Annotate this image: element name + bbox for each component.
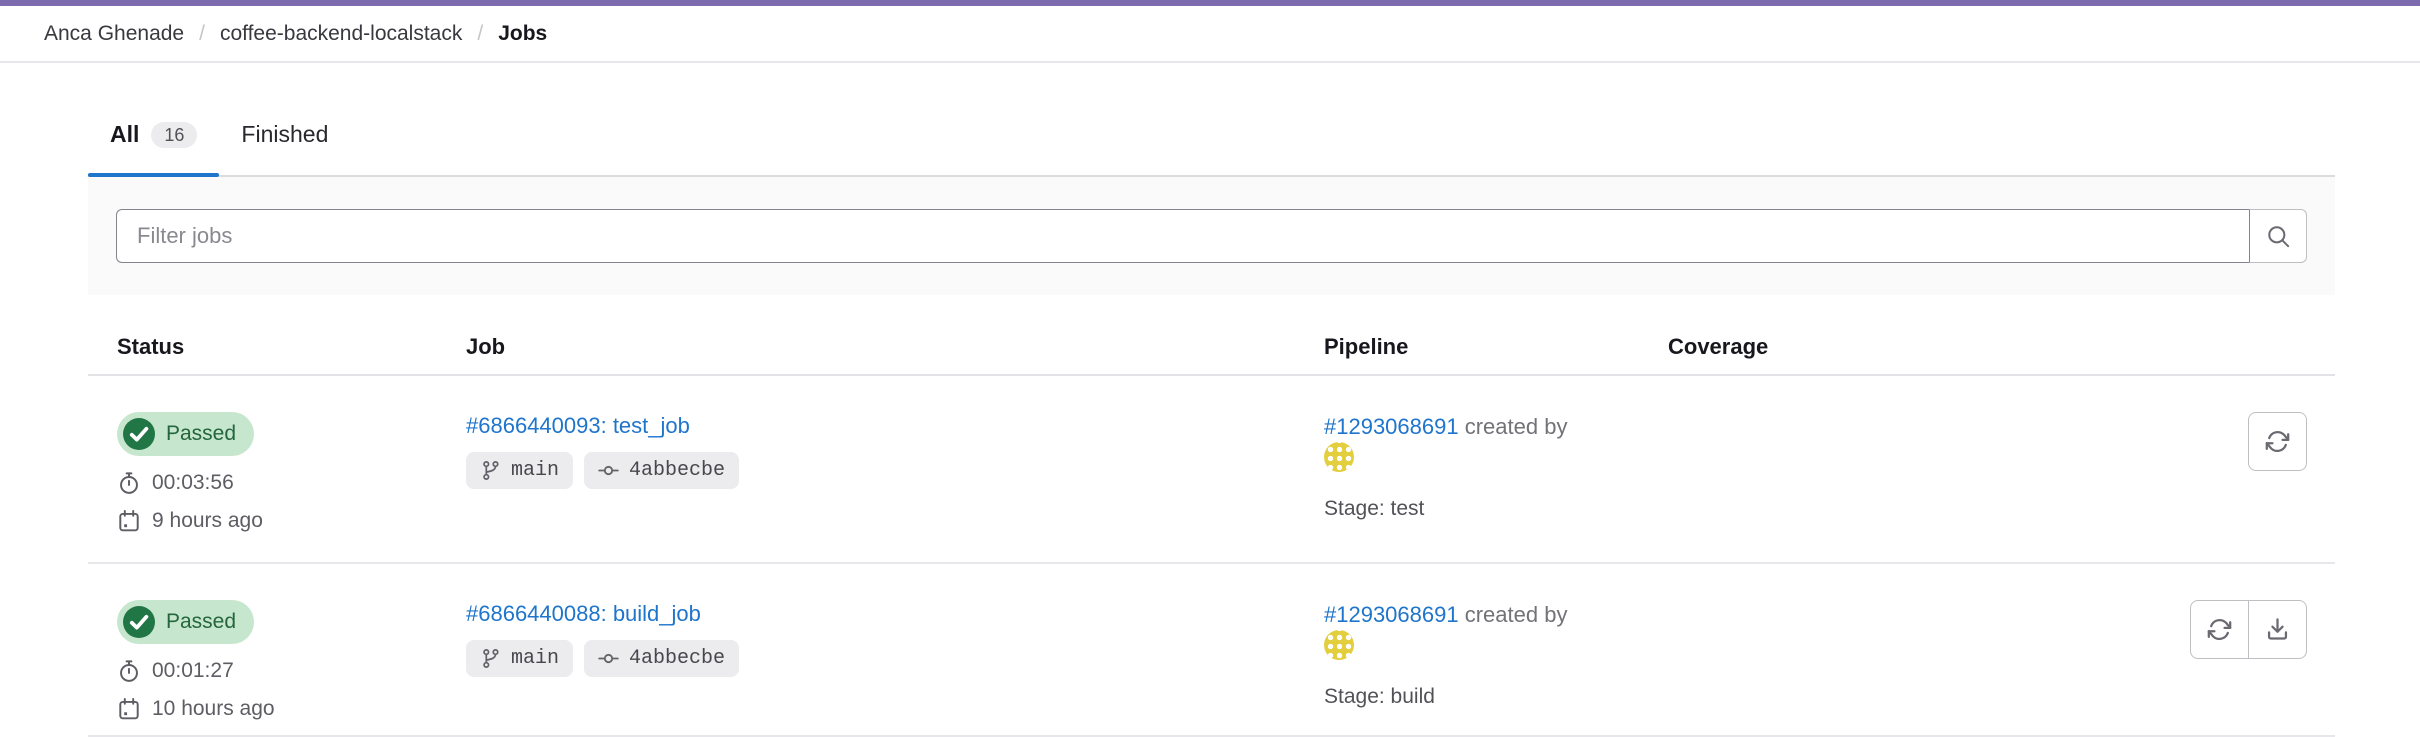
status-badge-passed[interactable]: Passed: [117, 600, 254, 644]
breadcrumb-user-link[interactable]: Anca Ghenade: [44, 22, 184, 46]
pipeline-author-avatar[interactable]: [1324, 442, 1354, 472]
pipeline-author-avatar[interactable]: [1324, 630, 1354, 660]
job-actions-group: [2190, 600, 2307, 659]
filter-jobs-input[interactable]: [116, 209, 2249, 263]
calendar-icon: [117, 509, 141, 533]
pipeline-created-by-text: created by: [1465, 414, 1568, 439]
job-refs: main 4abbecbe: [466, 452, 1324, 489]
branch-name: main: [511, 457, 559, 484]
job-age-value: 10 hours ago: [152, 696, 275, 722]
branch-ref-pill[interactable]: main: [466, 452, 573, 489]
filter-input-group: [116, 209, 2307, 263]
status-label: Passed: [166, 606, 236, 638]
jobs-filter-bar: [88, 177, 2335, 295]
tab-all-count-badge: 16: [151, 122, 197, 148]
pipeline-link[interactable]: #1293068691: [1324, 414, 1459, 439]
pipeline-stage: Stage: build: [1324, 685, 1668, 709]
job-cell: #6866440093: test_job main: [466, 412, 1324, 534]
job-age: 10 hours ago: [117, 696, 466, 722]
status-passed-icon: [123, 606, 155, 638]
job-refs: main 4abbecbe: [466, 640, 1324, 677]
status-passed-icon: [123, 418, 155, 450]
pipeline-info: #1293068691 created by: [1324, 412, 1582, 473]
job-duration: 00:03:56: [117, 470, 466, 496]
commit-sha: 4abbecbe: [629, 457, 725, 484]
commit-sha-pill[interactable]: 4abbecbe: [584, 452, 739, 489]
search-button[interactable]: [2249, 209, 2307, 263]
status-cell: Passed 00:03:56 9 hours ago: [88, 412, 466, 534]
stopwatch-icon: [117, 659, 141, 683]
git-branch-icon: [480, 648, 501, 669]
status-cell: Passed 00:01:27 10 hours ago: [88, 600, 466, 722]
tab-finished-label: Finished: [241, 121, 328, 148]
jobs-table-header: Status Job Pipeline Coverage: [88, 295, 2335, 376]
git-commit-icon: [598, 460, 619, 481]
job-row: Passed 00:01:27 10 hours ago: [88, 564, 2335, 737]
actions-cell: [2100, 600, 2335, 722]
pipeline-created-by-text: created by: [1465, 602, 1568, 627]
job-row: Passed 00:03:56 9 hours ago: [88, 376, 2335, 564]
job-age-value: 9 hours ago: [152, 508, 263, 534]
retry-icon: [2264, 428, 2291, 455]
calendar-icon: [117, 697, 141, 721]
pipeline-link[interactable]: #1293068691: [1324, 602, 1459, 627]
git-branch-icon: [480, 460, 501, 481]
download-icon: [2264, 616, 2291, 643]
stopwatch-icon: [117, 471, 141, 495]
pipeline-cell: #1293068691 created by Stage: build: [1324, 600, 1668, 722]
pipeline-stage: Stage: test: [1324, 497, 1668, 521]
commit-sha: 4abbecbe: [629, 645, 725, 672]
header-pipeline: Pipeline: [1324, 333, 1668, 360]
job-duration-value: 00:03:56: [152, 470, 234, 496]
search-icon: [2265, 223, 2292, 250]
tab-all-label: All: [110, 121, 139, 148]
breadcrumb-separator: /: [477, 22, 483, 46]
breadcrumb-separator: /: [199, 22, 205, 46]
status-label: Passed: [166, 418, 236, 450]
retry-job-button[interactable]: [2190, 600, 2249, 659]
git-commit-icon: [598, 648, 619, 669]
job-duration-value: 00:01:27: [152, 658, 234, 684]
breadcrumb-current-page: Jobs: [498, 22, 547, 46]
coverage-cell: [1668, 600, 2100, 722]
retry-job-button[interactable]: [2248, 412, 2307, 471]
job-duration: 00:01:27: [117, 658, 466, 684]
header-status: Status: [88, 333, 466, 360]
branch-name: main: [511, 645, 559, 672]
jobs-tabs: All 16 Finished: [88, 63, 2335, 177]
tab-all[interactable]: All 16: [88, 121, 219, 175]
retry-icon: [2206, 616, 2233, 643]
job-link[interactable]: #6866440088: build_job: [466, 600, 701, 627]
breadcrumb: Anca Ghenade / coffee-backend-localstack…: [0, 6, 2420, 63]
job-age: 9 hours ago: [117, 508, 466, 534]
job-cell: #6866440088: build_job main: [466, 600, 1324, 722]
header-actions: [2100, 333, 2335, 360]
download-artifacts-button[interactable]: [2248, 600, 2307, 659]
pipeline-cell: #1293068691 created by Stage: test: [1324, 412, 1668, 534]
header-job: Job: [466, 333, 1324, 360]
header-coverage: Coverage: [1668, 333, 2100, 360]
commit-sha-pill[interactable]: 4abbecbe: [584, 640, 739, 677]
branch-ref-pill[interactable]: main: [466, 640, 573, 677]
tab-finished[interactable]: Finished: [219, 121, 350, 175]
breadcrumb-project-link[interactable]: coffee-backend-localstack: [220, 22, 462, 46]
jobs-page: All 16 Finished Status Job Pipeline Cove…: [88, 63, 2335, 737]
status-badge-passed[interactable]: Passed: [117, 412, 254, 456]
coverage-cell: [1668, 412, 2100, 534]
actions-cell: [2100, 412, 2335, 534]
pipeline-info: #1293068691 created by: [1324, 600, 1582, 661]
job-link[interactable]: #6866440093: test_job: [466, 412, 690, 439]
